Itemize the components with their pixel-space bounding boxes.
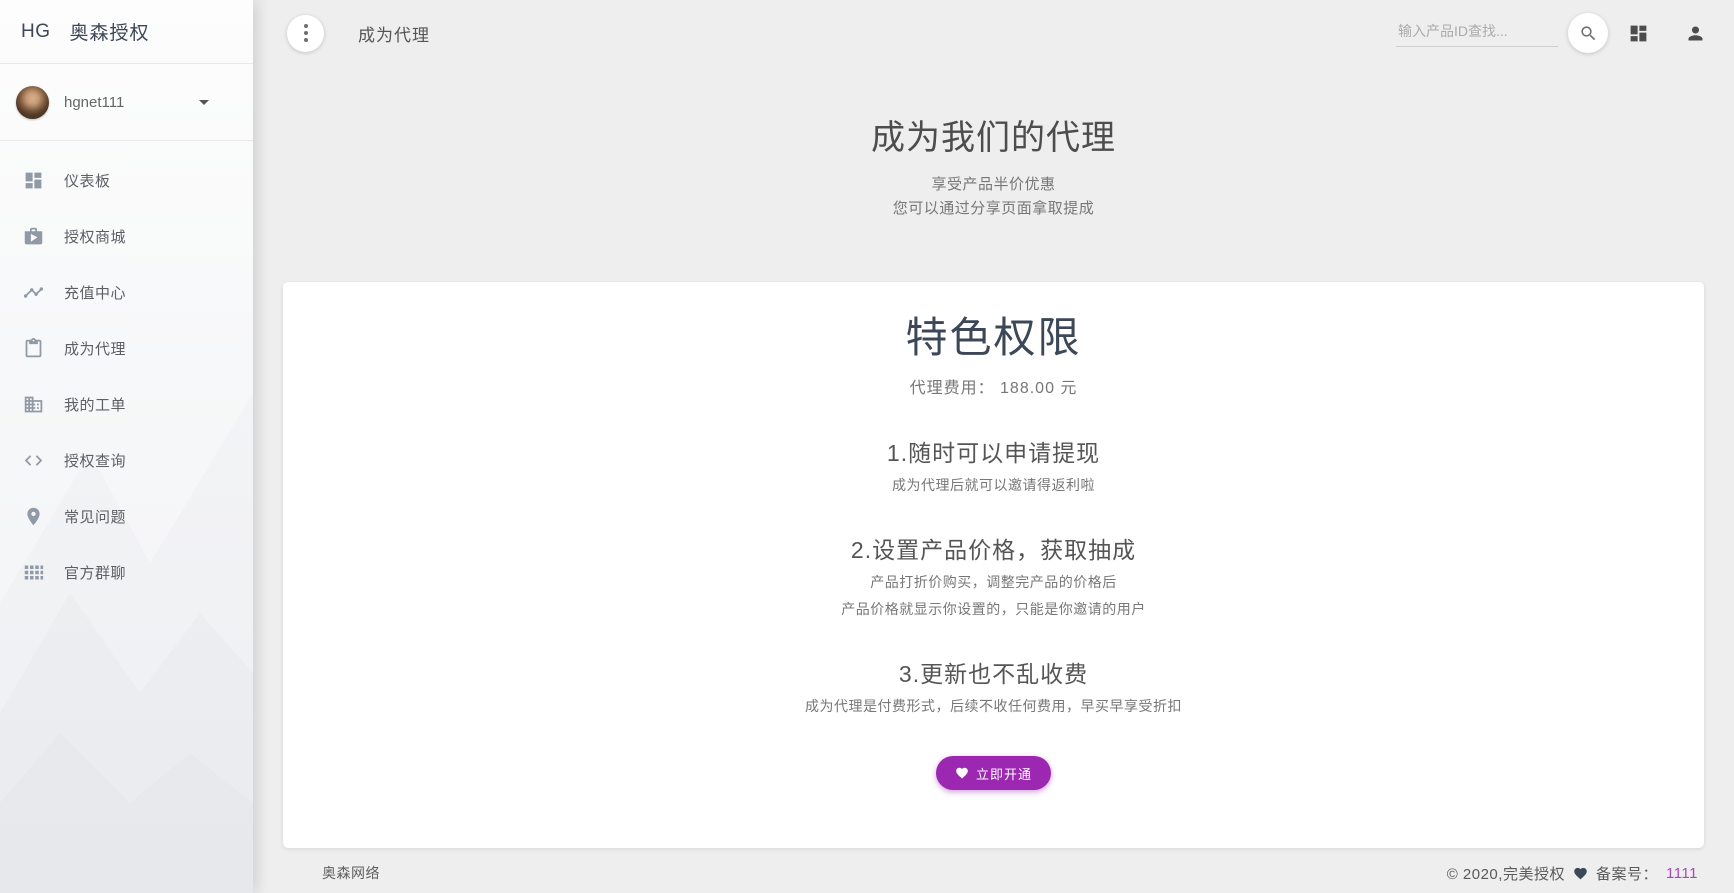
topbar: 成为代理 [253,0,1734,66]
sidebar-item-faq[interactable]: 常见问题 [0,488,253,544]
feature-item: 2.设置产品价格，获取抽成 产品打折价购买，调整完产品的价格后 产品价格就显示你… [303,531,1684,619]
person-icon [1685,23,1706,44]
search-icon [1579,24,1598,43]
feature-description: 产品价格就显示你设置的，只能是你邀请的用户 [303,599,1684,619]
heart-icon [955,766,969,780]
avatar [16,86,49,119]
timeline-icon [23,282,44,303]
heart-icon [1573,866,1588,881]
dashboard-icon [1628,23,1649,44]
agent-fee: 代理费用： 188.00 元 [303,374,1684,398]
footer-copyright: © 2020,完美授权 [1447,863,1565,884]
hero-title: 成为我们的代理 [253,110,1734,159]
sidebar-item-become-agent[interactable]: 成为代理 [0,320,253,376]
sidebar-nav: 仪表板 授权商城 充值中心 [0,141,253,600]
kebab-menu-icon [304,24,308,42]
hero-subtitle-2: 您可以通过分享页面拿取提成 [253,197,1734,221]
sidebar-item-label: 常见问题 [64,506,126,527]
footer-icp-link[interactable]: 1111 [1666,865,1698,882]
sidebar-item-label: 充值中心 [64,282,126,303]
activate-now-label: 立即开通 [976,764,1032,783]
feature-description: 成为代理是付费形式，后续不收任何费用，早买早享受折扣 [303,696,1684,716]
dashboard-shortcut-button[interactable] [1622,17,1655,50]
building-icon [23,394,44,415]
activate-now-button[interactable]: 立即开通 [936,756,1051,790]
clipboard-icon [23,338,44,359]
chevron-down-icon [199,100,209,105]
page-title: 成为代理 [358,21,430,46]
place-icon [23,506,44,527]
sidebar-item-label: 仪表板 [64,170,111,191]
sidebar-item-recharge[interactable]: 充值中心 [0,264,253,320]
sidebar-item-label: 官方群聊 [64,562,126,583]
account-button[interactable] [1679,17,1712,50]
brand-logo: HG [21,21,51,43]
shop-icon [23,226,44,247]
search-button[interactable] [1568,13,1608,53]
sidebar: HG 奥森授权 hgnet111 仪表板 [0,0,253,893]
sidebar-item-license-query[interactable]: 授权查询 [0,432,253,488]
sidebar-item-label: 授权商城 [64,226,126,247]
brand-title: 奥森授权 [70,18,150,45]
footer-company: 奥森网络 [322,863,380,883]
card-title: 特色权限 [303,304,1684,365]
user-name: hgnet111 [64,94,199,111]
feature-description: 产品打折价购买，调整完产品的价格后 [303,572,1684,592]
feature-title: 2.设置产品价格，获取抽成 [303,531,1684,565]
sidebar-item-official-group[interactable]: 官方群聊 [0,544,253,600]
app-root: HG 奥森授权 hgnet111 仪表板 [0,0,1734,893]
brand[interactable]: HG 奥森授权 [0,0,253,64]
user-menu-toggle[interactable]: hgnet111 [0,64,253,141]
search-box [1396,19,1558,47]
sidebar-item-label: 我的工单 [64,394,126,415]
feature-item: 3.更新也不乱收费 成为代理是付费形式，后续不收任何费用，早买早享受折扣 [303,655,1684,716]
feature-item: 1.随时可以申请提现 成为代理后就可以邀请得返利啦 [303,434,1684,495]
feature-title: 1.随时可以申请提现 [303,434,1684,468]
sidebar-item-label: 授权查询 [64,450,126,471]
feature-title: 3.更新也不乱收费 [303,655,1684,689]
dashboard-icon [23,170,44,191]
hero-subtitle-1: 享受产品半价优惠 [253,173,1734,197]
sidebar-minimize-button[interactable] [287,15,324,52]
main-area: 成为代理 成为我们的代理 享受产品半价优惠 您可以通过分享页面拿取提成 特 [253,0,1734,893]
sidebar-item-work-orders[interactable]: 我的工单 [0,376,253,432]
apps-icon [23,562,44,583]
footer: 奥森网络 © 2020,完美授权 备案号： 1111 [253,848,1734,893]
hero-section: 成为我们的代理 享受产品半价优惠 您可以通过分享页面拿取提成 [253,66,1734,221]
sidebar-item-dashboard[interactable]: 仪表板 [0,152,253,208]
feature-description: 成为代理后就可以邀请得返利啦 [303,475,1684,495]
features-card: 特色权限 代理费用： 188.00 元 1.随时可以申请提现 成为代理后就可以邀… [283,282,1704,848]
sidebar-item-shop[interactable]: 授权商城 [0,208,253,264]
code-icon [23,450,44,471]
footer-icp-label: 备案号： [1596,863,1658,884]
search-input[interactable] [1396,19,1558,47]
sidebar-item-label: 成为代理 [64,338,126,359]
